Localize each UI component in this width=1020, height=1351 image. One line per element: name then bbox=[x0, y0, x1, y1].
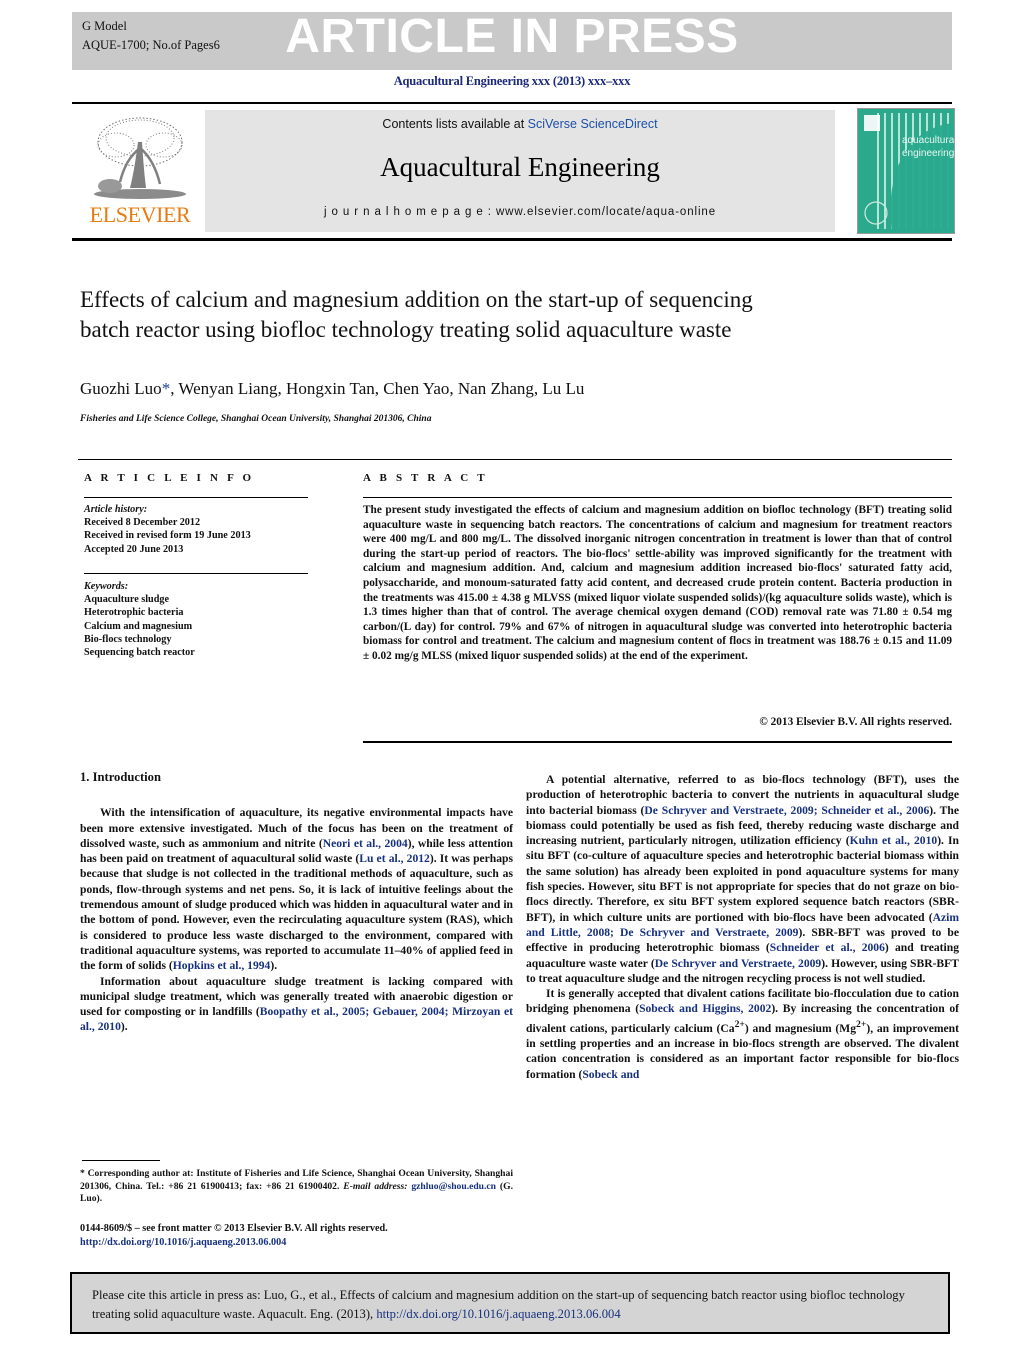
affiliation: Fisheries and Life Science College, Shan… bbox=[80, 414, 432, 424]
keywords-label: Keywords: bbox=[84, 581, 129, 592]
article-history-item: Received in revised form 19 June 2013 bbox=[84, 530, 251, 542]
citation-link[interactable]: Sobeck and Higgins, 2002 bbox=[639, 1002, 771, 1015]
corresponding-author-footnote: * Corresponding author at: Institute of … bbox=[80, 1168, 513, 1206]
article-history-item: Received 8 December 2012 bbox=[84, 517, 201, 529]
citation-link[interactable]: De Schryver and Verstraete, 2009 bbox=[655, 957, 822, 970]
citation-link[interactable]: Neori et al., 2004 bbox=[323, 837, 408, 850]
footnote-separator-rule bbox=[82, 1160, 160, 1161]
author-list: Guozhi Luo*, Wenyan Liang, Hongxin Tan, … bbox=[80, 379, 900, 399]
paragraph-text: ). bbox=[270, 959, 278, 973]
citation-link[interactable]: Kuhn et al., 2010 bbox=[850, 834, 938, 847]
article-info-rule-1 bbox=[84, 497, 308, 498]
article-in-press-text: ARTICLE IN PRESS bbox=[285, 10, 739, 63]
body-column-right: A potential alternative, referred to as … bbox=[526, 772, 959, 1082]
keywords-block: Keywords: Aquaculture sludge Heterotroph… bbox=[84, 580, 314, 659]
article-history-block: Article history: Received 8 December 201… bbox=[84, 503, 314, 556]
citation-link[interactable]: Schneider et al., 2006 bbox=[770, 941, 885, 954]
paragraph-text: ). bbox=[120, 1020, 128, 1034]
journal-name: Aquacultural Engineering bbox=[380, 152, 660, 182]
paragraph: A potential alternative, referred to as … bbox=[526, 772, 959, 986]
front-matter-line: 0144-8609/$ – see front matter © 2013 El… bbox=[80, 1223, 388, 1234]
paragraph-text: ). In situ BFT (co-culture of aquacultur… bbox=[526, 834, 959, 924]
svg-text:engineering: engineering bbox=[902, 148, 954, 159]
elsevier-tree-icon bbox=[94, 117, 186, 199]
masthead-bottom-rule bbox=[72, 238, 952, 241]
keyword-item: Sequencing batch reactor bbox=[84, 647, 195, 659]
abstract-rule bbox=[363, 497, 952, 498]
masthead-top-rule bbox=[72, 102, 952, 104]
keyword-item: Heterotrophic bacteria bbox=[84, 607, 184, 619]
corresponding-author-marker: * bbox=[161, 379, 171, 398]
svg-text:aquacultural: aquacultural bbox=[902, 135, 954, 146]
paragraph-text: ). It was perhaps because that sludge is… bbox=[80, 852, 514, 973]
abstract-heading: A B S T R A C T bbox=[363, 472, 488, 484]
superscript-charge: 2+ bbox=[734, 1018, 745, 1030]
journal-homepage-line: j o u r n a l h o m e p a g e : www.else… bbox=[205, 206, 835, 218]
elsevier-logo: ELSEVIER bbox=[82, 110, 198, 232]
section-heading-introduction: 1. Introduction bbox=[80, 770, 161, 784]
author-rest: , Wenyan Liang, Hongxin Tan, Chen Yao, N… bbox=[170, 379, 585, 398]
journal-cover-thumbnail: aquacultural engineering bbox=[857, 108, 955, 234]
page-title: Effects of calcium and magnesium additio… bbox=[80, 287, 753, 342]
cite-this-article-text: Please cite this article in press as: Lu… bbox=[92, 1286, 938, 1324]
paragraph: It is generally accepted that divalent c… bbox=[526, 986, 959, 1082]
sciencedirect-link[interactable]: SciVerse ScienceDirect bbox=[528, 117, 658, 131]
citation-link[interactable]: Lu et al., 2012 bbox=[359, 852, 430, 865]
homepage-url[interactable]: www.elsevier.com/locate/aqua-online bbox=[496, 206, 716, 218]
doi-link[interactable]: http://dx.doi.org/10.1016/j.aquaeng.2013… bbox=[80, 1236, 540, 1250]
article-first-page: G Model AQUE-1700; No.of Pages6 ARTICLE … bbox=[0, 0, 1020, 1351]
journal-cover-art: aquacultural engineering bbox=[858, 109, 954, 233]
abstract-section-top-rule bbox=[78, 459, 952, 460]
cite-doi-link[interactable]: http://dx.doi.org/10.1016/j.aquaeng.2013… bbox=[376, 1307, 620, 1321]
article-history-label: Article history: bbox=[84, 504, 148, 515]
contents-prefix: Contents lists available at bbox=[382, 117, 528, 131]
article-info-rule-2 bbox=[84, 573, 308, 574]
email-label: E-mail address: bbox=[343, 1180, 408, 1192]
body-column-left: 1. Introduction With the intensification… bbox=[80, 770, 513, 1035]
keyword-item: Aquaculture sludge bbox=[84, 594, 170, 606]
author-first: Guozhi Luo bbox=[80, 379, 162, 398]
paragraph-text: ) and magnesium (Mg bbox=[744, 1021, 857, 1035]
front-matter-block: 0144-8609/$ – see front matter © 2013 El… bbox=[80, 1222, 540, 1249]
keyword-item: Calcium and magnesium bbox=[84, 620, 193, 632]
abstract-text: The present study investigated the effec… bbox=[363, 504, 952, 662]
citation-link[interactable]: Hopkins et al., 1994 bbox=[173, 959, 271, 972]
paragraph: Information about aquaculture sludge tre… bbox=[80, 974, 513, 1035]
email-link[interactable]: gzhluo@shou.edu.cn bbox=[411, 1181, 496, 1192]
superscript-charge: 2+ bbox=[856, 1018, 867, 1030]
abstract-section-bottom-rule bbox=[363, 741, 952, 743]
article-info-heading: A R T I C L E I N F O bbox=[84, 472, 255, 484]
citation-link[interactable]: Sobeck and bbox=[582, 1068, 639, 1081]
contents-available-line: Contents lists available at SciVerse Sci… bbox=[205, 117, 835, 131]
journal-citation-line: Aquacultural Engineering xxx (2013) xxx–… bbox=[393, 74, 631, 88]
abstract-copyright: © 2013 Elsevier B.V. All rights reserved… bbox=[759, 716, 952, 728]
citation-link[interactable]: De Schryver and Verstraete, 2009; Schnei… bbox=[644, 804, 929, 817]
paragraph: With the intensification of aquaculture,… bbox=[80, 805, 513, 973]
elsevier-wordmark: ELSEVIER bbox=[89, 202, 191, 227]
homepage-prefix: j o u r n a l h o m e p a g e : bbox=[323, 206, 496, 218]
article-history-item: Accepted 20 June 2013 bbox=[84, 543, 184, 555]
keyword-item: Bio-flocs technology bbox=[84, 633, 172, 645]
